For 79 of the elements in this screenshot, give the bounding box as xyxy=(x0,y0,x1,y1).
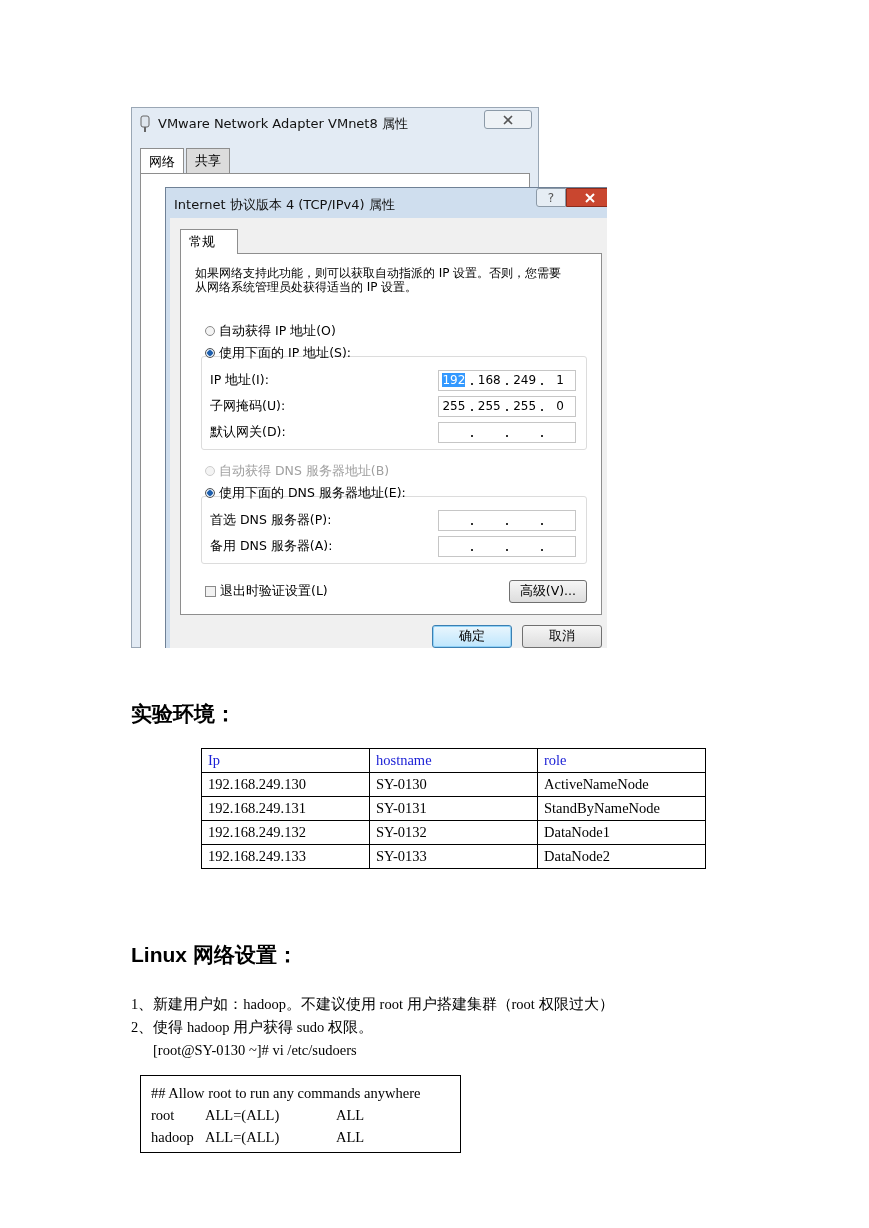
octet-separator xyxy=(470,548,473,551)
dialog-button[interactable]: 确定 xyxy=(432,625,512,648)
octet-value: 168 xyxy=(477,373,501,387)
radio-option[interactable]: 自动获得 IP 地址(O) xyxy=(195,320,587,342)
tab[interactable]: 共享 xyxy=(186,148,230,173)
ip-address-field[interactable]: 192 168 249 1 xyxy=(438,369,576,391)
ip-address-field[interactable] xyxy=(438,509,576,531)
help-button[interactable]: ? xyxy=(536,188,566,207)
table-cell: SY-0131 xyxy=(369,796,538,821)
octet-value: 0 xyxy=(556,399,564,413)
table-cell: SY-0130 xyxy=(369,772,538,797)
ip-address-field[interactable]: 255 255 255 0 xyxy=(438,395,576,417)
section-heading: Linux 网络设置： xyxy=(131,942,299,968)
command-text: [root@SY-0130 ~]# vi /etc/sudoers xyxy=(153,1041,358,1060)
code-text: hadoop xyxy=(151,1128,195,1147)
tab[interactable]: 网络 xyxy=(140,148,184,173)
description-text: 如果网络支持此功能，则可以获取自动指派的 IP 设置。否则，您需要从网络系统管理员处获得适当的 IP 设置。 xyxy=(195,266,563,294)
close-icon xyxy=(584,192,596,203)
section-heading: 实验环境： xyxy=(131,701,237,728)
adapter-icon xyxy=(140,115,150,133)
table-cell: DataNode2 xyxy=(537,844,706,869)
octet-separator xyxy=(470,408,473,411)
table-cell: DataNode1 xyxy=(537,820,706,845)
field-label: IP 地址(I): xyxy=(210,371,269,389)
dialog-button[interactable]: 取消 xyxy=(522,625,602,648)
octet-value: 192 xyxy=(442,373,466,387)
octet-value: 255 xyxy=(477,399,501,413)
column-header: role xyxy=(537,748,706,773)
window-title: VMware Network Adapter VMnet8 属性 xyxy=(158,115,408,133)
table-cell: 192.168.249.133 xyxy=(201,844,370,869)
octet-value: 249 xyxy=(513,373,537,387)
step-text: 2、使得 hadoop 用户获得 sudo 权限。 xyxy=(131,1018,374,1037)
code-text: ALL=(ALL) xyxy=(205,1128,281,1147)
ip-address-field[interactable] xyxy=(438,535,576,557)
close-button[interactable] xyxy=(484,110,532,129)
octet-separator xyxy=(505,408,508,411)
octet-separator xyxy=(505,522,508,525)
close-icon xyxy=(502,114,514,125)
octet-separator xyxy=(541,382,544,385)
octet-separator xyxy=(541,408,544,411)
octet-value: 255 xyxy=(513,399,537,413)
column-header: hostname xyxy=(369,748,538,773)
radio-option[interactable]: 使用下面的 DNS 服务器地址(E): xyxy=(195,482,587,504)
table-cell: 192.168.249.130 xyxy=(201,772,370,797)
code-comment: ## Allow root to run any commands anywhere xyxy=(151,1084,422,1103)
octet-separator xyxy=(470,382,473,385)
table-cell: 192.168.249.132 xyxy=(201,820,370,845)
octet-separator xyxy=(541,434,544,437)
field-label: 子网掩码(U): xyxy=(210,397,286,415)
octet-separator xyxy=(470,434,473,437)
column-header: Ip xyxy=(201,748,370,773)
table-cell: ActiveNameNode xyxy=(537,772,706,797)
field-label: 备用 DNS 服务器(A): xyxy=(210,537,333,555)
octet-separator xyxy=(505,548,508,551)
code-text: root xyxy=(151,1106,176,1125)
close-button[interactable] xyxy=(566,188,607,207)
table-cell: SY-0133 xyxy=(369,844,538,869)
table-cell: SY-0132 xyxy=(369,820,538,845)
field-label: 默认网关(D): xyxy=(210,423,286,441)
code-text: ALL xyxy=(336,1106,366,1125)
table-cell: 192.168.249.131 xyxy=(201,796,370,821)
checkbox-option[interactable]: 退出时验证设置(L) xyxy=(205,583,328,600)
octet-separator xyxy=(470,522,473,525)
octet-separator xyxy=(541,548,544,551)
dialog-title: Internet 协议版本 4 (TCP/IPv4) 属性 xyxy=(174,196,395,214)
code-text: ALL=(ALL) xyxy=(205,1106,281,1125)
octet-separator xyxy=(505,382,508,385)
table-cell: StandByNameNode xyxy=(537,796,706,821)
radio-option[interactable]: 使用下面的 IP 地址(S): xyxy=(195,342,587,364)
advanced-button[interactable]: 高级(V)... xyxy=(508,580,587,603)
octet-value: 255 xyxy=(442,399,466,413)
octet-value: 1 xyxy=(556,373,564,387)
code-text: ALL xyxy=(336,1128,366,1147)
ip-address-field[interactable] xyxy=(438,421,576,443)
step-text: 1、新建用户如：hadoop。不建议使用 root 用户搭建集群（root 权限过大） xyxy=(131,995,615,1014)
field-label: 首选 DNS 服务器(P): xyxy=(210,511,332,529)
octet-separator xyxy=(541,522,544,525)
octet-separator xyxy=(505,434,508,437)
tab[interactable]: 常规 xyxy=(180,229,238,254)
